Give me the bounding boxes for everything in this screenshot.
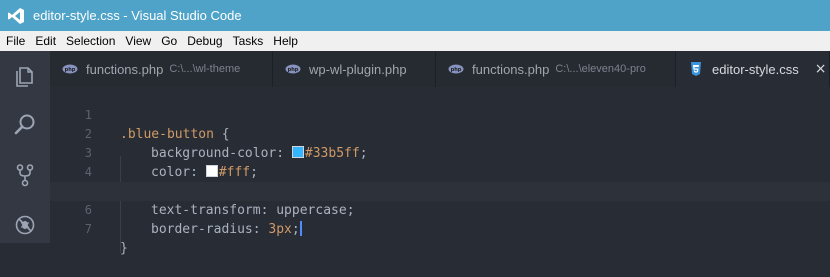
code-line: 7 } [50,201,830,256]
code-line: 4 padding: 10px; [50,144,830,215]
tab-path: C:\...\wl-theme [169,63,241,75]
svg-text:php: php [451,67,462,73]
tab-editor-style-css[interactable]: editor-style.css × [676,51,830,87]
php-icon: php [448,64,464,74]
close-brace: } [120,241,128,256]
line-number: 7 [84,222,92,236]
code-line: 1 .blue-button { [50,87,830,142]
tab-functions-php-eleven40-pro[interactable]: php functions.php C:\...\eleven40-pro [436,51,676,87]
svg-text:php: php [288,67,299,73]
css-value: 3px [268,222,292,237]
menu-edit[interactable]: Edit [30,31,61,51]
code-editor[interactable]: 1 .blue-button { 2 background-color: #33… [50,87,830,256]
code-line: 5 text-transform: uppercase; [50,163,830,234]
tab-functions-php-wl-theme[interactable]: php functions.php C:\...\wl-theme [50,51,273,87]
svg-text:php: php [65,67,76,73]
code-line-current: 6 border-radius: 3px; [50,182,830,253]
semicolon: ; [291,222,300,237]
vscode-logo-icon [8,7,24,24]
tab-bar: php functions.php C:\...\wl-theme php wp… [50,51,830,87]
tab-label: wp-wl-plugin.php [309,61,407,77]
php-icon: php [285,64,301,74]
menu-help[interactable]: Help [268,31,303,51]
tab-label: editor-style.css [712,61,799,77]
menu-selection[interactable]: Selection [61,31,120,51]
debug-icon[interactable] [13,212,37,236]
php-icon: php [62,64,78,74]
tab-label: functions.php [86,61,164,77]
menu-bar: File Edit Selection View Go Debug Tasks … [0,31,830,51]
title-bar: editor-style.css - Visual Studio Code [0,0,830,31]
menu-file[interactable]: File [0,31,30,51]
tab-label: functions.php [472,61,550,77]
colon: : [252,222,269,237]
explorer-icon[interactable] [13,65,37,89]
search-icon[interactable] [13,113,37,137]
menu-view[interactable]: View [120,31,156,51]
tab-path: C:\...\eleven40-pro [555,63,646,75]
window-title: editor-style.css - Visual Studio Code [33,8,242,23]
source-control-icon[interactable] [13,163,37,187]
menu-tasks[interactable]: Tasks [228,31,269,51]
close-tab-icon[interactable]: × [815,61,827,77]
tab-wp-wl-plugin-php[interactable]: php wp-wl-plugin.php [273,51,436,87]
activity-bar [0,51,50,243]
text-cursor [299,221,302,236]
code-line: 2 background-color: #33b5ff; [50,106,830,177]
code-line: 3 color: #fff; [50,125,830,196]
menu-go[interactable]: Go [156,31,182,51]
menu-debug[interactable]: Debug [182,31,227,51]
css3-icon [691,62,701,76]
css-property: border-radius [151,222,253,237]
